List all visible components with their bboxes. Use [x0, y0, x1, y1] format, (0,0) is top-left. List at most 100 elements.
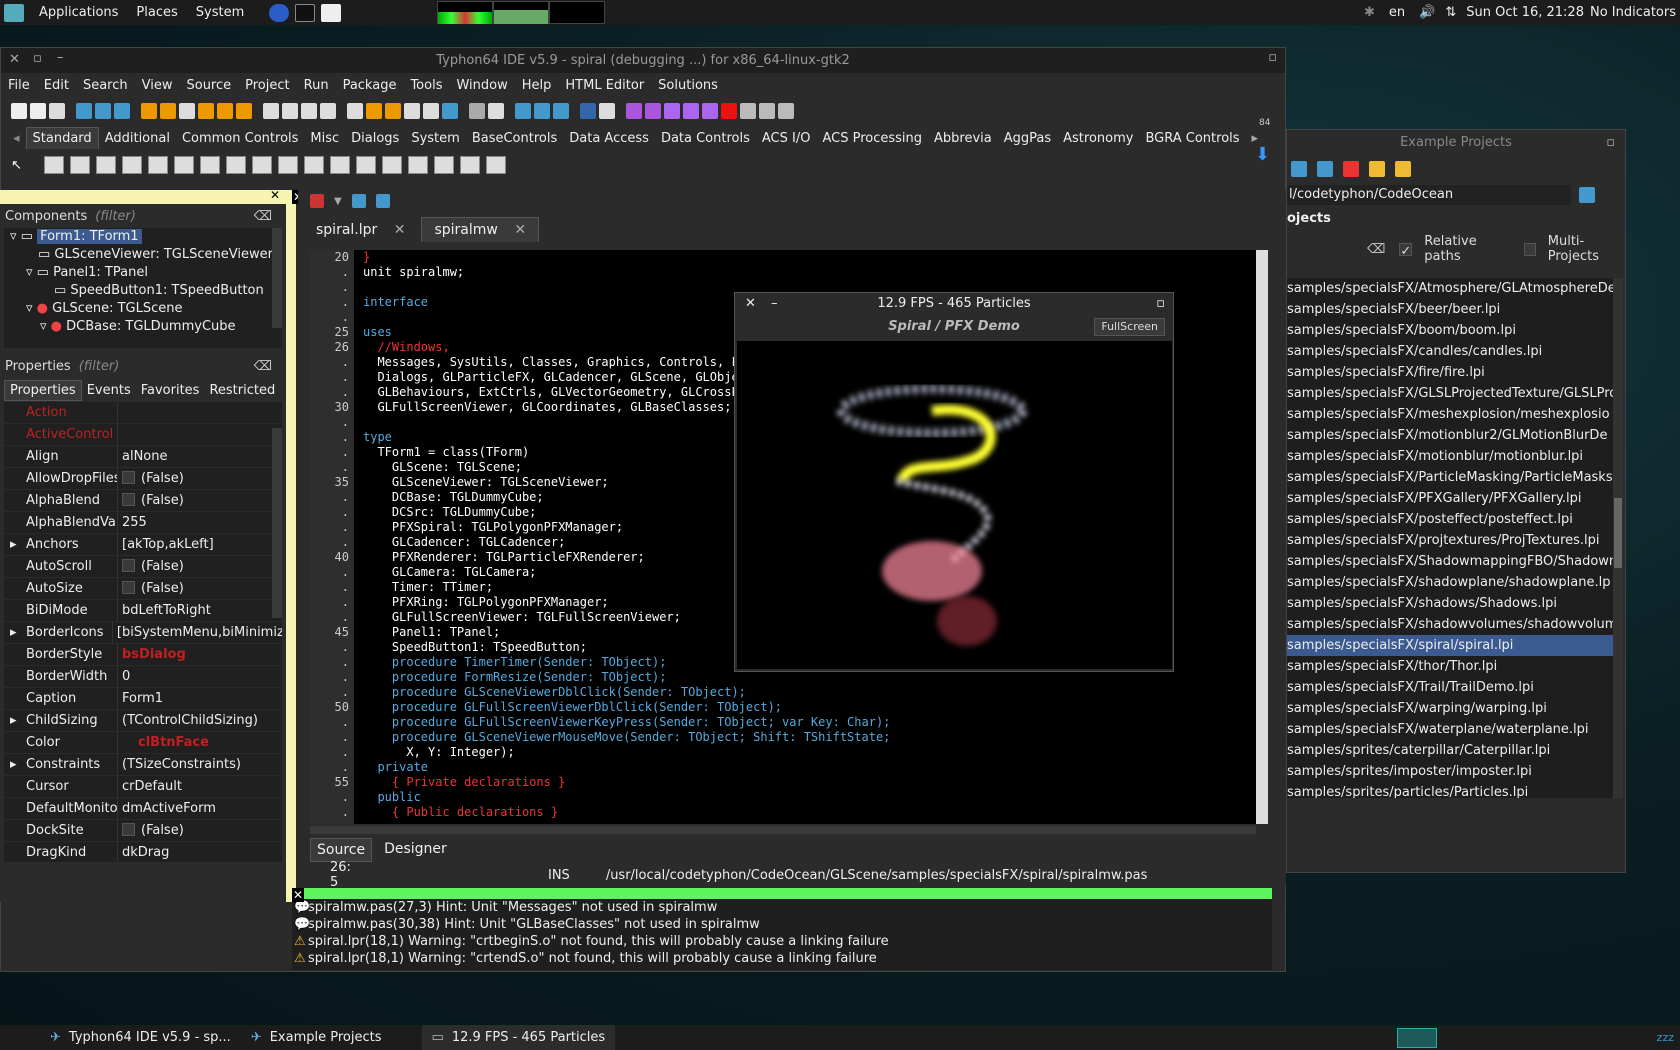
property-row[interactable]: AlphaBlendValue255 [4, 512, 282, 534]
tgroupbox-icon[interactable] [355, 156, 376, 174]
workspace-switcher[interactable] [1396, 1027, 1437, 1048]
terminal-icon[interactable] [295, 3, 316, 22]
tcombobox-icon[interactable] [303, 156, 324, 174]
menu-tools[interactable]: Tools [403, 78, 449, 93]
property-row[interactable]: ▸ Constraints (TSizeConstraints) [4, 754, 282, 776]
menu-window[interactable]: Window [449, 78, 514, 93]
tcheckgroup-icon[interactable] [407, 156, 428, 174]
clear-filter-icon[interactable]: ⌫ [254, 209, 272, 224]
tree-item[interactable]: ▿ ● GLScene: TGLScene [4, 300, 282, 318]
gl-scene-viewer[interactable] [737, 341, 1172, 669]
delete-icon[interactable] [1343, 161, 1359, 177]
editor-hscrollbar[interactable] [310, 826, 1256, 834]
list-item[interactable]: samples/specialsFX/shadows/Shadows.lpi [1287, 593, 1613, 614]
task-spiral-demo[interactable]: ▭ 12.9 FPS - 465 Particles [421, 1025, 616, 1050]
pause-icon[interactable] [702, 103, 718, 119]
build-icon[interactable] [217, 103, 233, 119]
message-row[interactable]: ⚠ spiral.lpr(18,1) Warning: "crtendS.o" n… [292, 950, 1272, 967]
tlabel-icon[interactable] [121, 156, 142, 174]
minimize-icon[interactable]: – [57, 50, 64, 65]
list-item[interactable]: samples/specialsFX/shadowplane/shadowpla… [1287, 572, 1613, 593]
components-filter-input[interactable]: (filter) [95, 209, 136, 224]
new-file-icon[interactable] [11, 103, 27, 119]
property-row[interactable]: Action [4, 402, 282, 424]
list-item[interactable]: samples/specialsFX/Atmosphere/GLAtmosphe… [1287, 278, 1613, 299]
tscrollbar-icon[interactable] [329, 156, 350, 174]
minimize-icon[interactable]: – [771, 293, 778, 315]
list-item[interactable]: samples/specialsFX/ParticleMasking/Parti… [1287, 467, 1613, 488]
step-out-icon[interactable] [778, 103, 794, 119]
window-icon[interactable] [423, 103, 439, 119]
list-item[interactable]: samples/specialsFX/waterplane/waterplane… [1287, 719, 1613, 740]
tframe-icon[interactable] [459, 156, 480, 174]
menu-edit[interactable]: Edit [37, 78, 76, 93]
trash-icon[interactable]: zzz [1657, 1031, 1674, 1044]
replace-icon[interactable] [95, 103, 111, 119]
property-row[interactable]: Color clBtnFace [4, 732, 282, 754]
jump-icon[interactable] [310, 194, 324, 208]
list-item[interactable]: samples/specialsFX/motionblur/motionblur… [1287, 446, 1613, 467]
volume-icon[interactable]: 🔊 [1419, 5, 1435, 20]
tree-item[interactable]: ▿ ▭ Panel1: TPanel [4, 264, 282, 282]
tab-properties[interactable]: Properties [4, 379, 82, 401]
list-item[interactable]: samples/specialsFX/thor/Thor.lpi [1287, 656, 1613, 677]
menu-view[interactable]: View [135, 78, 180, 93]
tab-events[interactable]: Events [82, 381, 136, 400]
checkbox[interactable] [122, 559, 135, 572]
list-item[interactable]: samples/specialsFX/motionblur2/GLMotionB… [1287, 425, 1613, 446]
list-item[interactable]: samples/specialsFX/ShadowmappingFBO/Shad… [1287, 551, 1613, 572]
dropdown-icon[interactable]: ▼ [334, 196, 342, 207]
compile-icon[interactable] [198, 103, 214, 119]
checkbox[interactable] [122, 581, 135, 594]
property-row[interactable]: Caption Form1 [4, 688, 282, 710]
browse-folder-icon[interactable] [1579, 187, 1595, 203]
maximize-icon[interactable]: ▫ [33, 51, 42, 66]
message-row[interactable]: 💬 spiralmw.pas(30,38) Hint: Unit "GLBaseC… [292, 916, 1272, 933]
toggle-form-icon[interactable] [404, 103, 420, 119]
open-icon[interactable] [1291, 161, 1307, 177]
property-row[interactable]: AutoSize (False) [4, 578, 282, 600]
list-item[interactable]: samples/specialsFX/projtextures/ProjText… [1287, 530, 1613, 551]
upload-icon[interactable] [515, 103, 531, 119]
tmemo-icon[interactable] [173, 156, 194, 174]
inspector-close-icon[interactable]: ✕ [270, 188, 280, 202]
grid-icon[interactable] [1317, 161, 1333, 177]
tree-item[interactable]: ▿ ● DCBase: TGLDummyCube [4, 318, 282, 336]
spiral-titlebar[interactable]: ✕ – 12.9 FPS - 465 Particles ▫ [735, 293, 1173, 315]
pointer-icon[interactable]: ↖ [11, 158, 22, 173]
task-ide[interactable]: ✈ Typhon64 IDE v5.9 - sp... [40, 1025, 241, 1050]
menu-html-editor[interactable]: HTML Editor [558, 78, 651, 93]
clear-icon[interactable]: ⌫ [1367, 242, 1385, 257]
checkbox[interactable] [122, 493, 135, 506]
fullscreen-button[interactable]: FullScreen [1094, 318, 1165, 336]
run-icon[interactable] [664, 103, 680, 119]
property-row[interactable]: DragKind dkDrag [4, 842, 282, 862]
close-icon[interactable]: ✕ [9, 52, 20, 67]
task-example-projects[interactable]: ✈ Example Projects [241, 1025, 392, 1050]
property-row[interactable]: AlphaBlend (False) [4, 490, 282, 512]
edit-icon[interactable] [488, 103, 504, 119]
palette-tab-abbrevia[interactable]: Abbrevia [928, 131, 998, 146]
save-project-icon[interactable] [282, 103, 298, 119]
properties-filter-input[interactable]: (filter) [79, 359, 120, 374]
list-item[interactable]: samples/specialsFX/fire/fire.lpi [1287, 362, 1613, 383]
property-row[interactable]: BiDiMode bdLeftToRight [4, 600, 282, 622]
property-row[interactable]: ActiveControl [4, 424, 282, 446]
tbutton-icon[interactable] [95, 156, 116, 174]
palette-tab-standard[interactable]: Standard [25, 127, 99, 149]
palette-tab-acs-processing[interactable]: ACS Processing [816, 131, 928, 146]
tmainmenu-icon[interactable] [43, 156, 64, 174]
list-item[interactable]: samples/specialsFX/warping/warping.lpi [1287, 698, 1613, 719]
sync-icon[interactable] [553, 103, 569, 119]
breakpoint-icon[interactable] [645, 103, 661, 119]
tab-source[interactable]: Source [310, 838, 373, 862]
clear-properties-filter-icon[interactable]: ⌫ [254, 359, 272, 374]
folder-icon[interactable] [1369, 161, 1385, 177]
menu-system[interactable]: System [187, 0, 253, 25]
add-file-icon[interactable] [301, 103, 317, 119]
tab-favorites[interactable]: Favorites [136, 381, 205, 400]
property-row[interactable]: ▸ BorderIcons [biSystemMenu,biMinimize [4, 622, 282, 644]
property-row[interactable]: BorderWidth 0 [4, 666, 282, 688]
palette-tab-data-access[interactable]: Data Access [563, 131, 655, 146]
debug-icon[interactable] [626, 103, 642, 119]
